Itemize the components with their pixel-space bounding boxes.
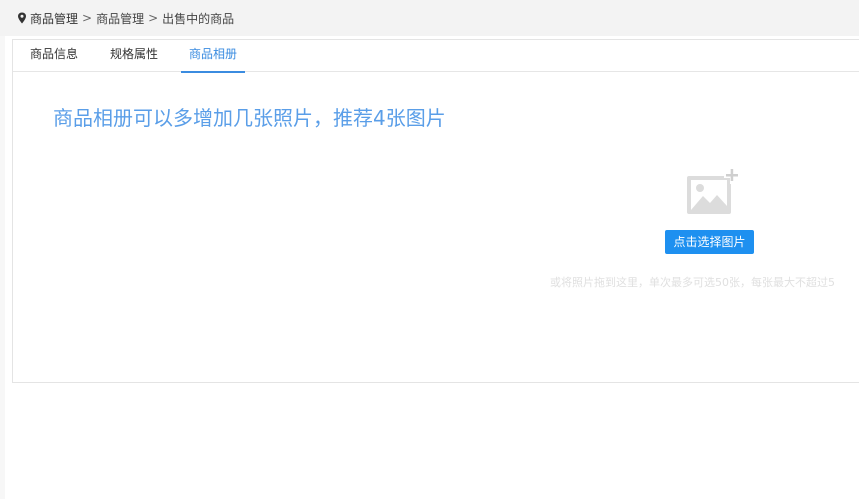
tab-product-info[interactable]: 商品信息: [19, 40, 89, 71]
location-pin-icon: [18, 12, 26, 24]
drop-hint: 或将照片拖到这里，单次最多可选50张，每张最大不超过5: [550, 276, 835, 289]
breadcrumb-current: 出售中的商品: [162, 11, 235, 26]
breadcrumb-separator: >: [82, 11, 93, 25]
breadcrumb-separator: >: [148, 11, 159, 25]
breadcrumb-root[interactable]: 商品管理: [30, 10, 78, 27]
breadcrumb-parent[interactable]: 商品管理: [96, 10, 144, 27]
gallery-panel: 商品信息 规格属性 商品相册 商品相册可以多增加几张照片，推荐4张图片 点击选择…: [12, 39, 859, 383]
breadcrumb: 商品管理 > 商品管理 > 出售中的商品: [0, 0, 859, 36]
tab-product-gallery[interactable]: 商品相册: [181, 40, 245, 73]
add-image-icon: [687, 168, 740, 214]
gallery-hint: 商品相册可以多增加几张照片，推荐4张图片: [53, 106, 446, 130]
left-edge: [0, 36, 5, 499]
select-image-button[interactable]: 点击选择图片: [665, 230, 754, 254]
tab-spec-attributes[interactable]: 规格属性: [99, 40, 169, 71]
upload-area[interactable]: 点击选择图片 或将照片拖到这里，单次最多可选50张，每张最大不超过5: [550, 168, 859, 298]
tab-bar: 商品信息 规格属性 商品相册: [13, 40, 859, 73]
